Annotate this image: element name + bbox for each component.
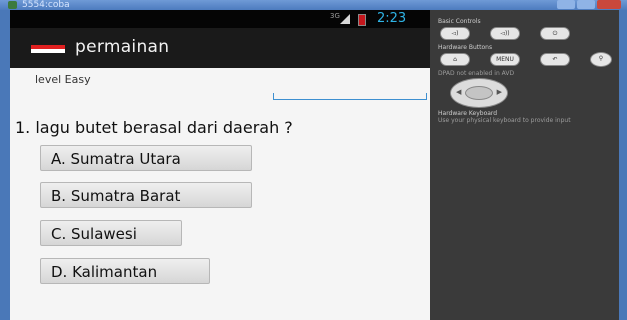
- window-title: 5554:coba: [22, 0, 70, 10]
- dpad-left-icon[interactable]: ◀: [456, 88, 461, 96]
- dpad[interactable]: ◀ ▶: [450, 78, 508, 108]
- dpad-note: DPAD not enabled in AVD: [438, 70, 515, 77]
- emulator-controls-panel: Basic Controls ◅) ◅)) ⏻ Hardware Buttons…: [430, 10, 619, 320]
- answer-button-b[interactable]: B. Sumatra Barat: [40, 182, 252, 208]
- keyboard-title: Hardware Keyboard: [438, 110, 498, 117]
- keyboard-note: Use your physical keyboard to provide in…: [438, 117, 571, 124]
- phone-screen: 3G 2:23 permainan level Easy 1. lagu but…: [10, 10, 430, 320]
- dpad-right-icon[interactable]: ▶: [497, 88, 502, 96]
- answer-input[interactable]: [273, 93, 427, 100]
- emulator-icon: [8, 1, 17, 9]
- level-label: level Easy: [35, 73, 91, 86]
- maximize-button[interactable]: [577, 0, 595, 9]
- close-button[interactable]: [597, 0, 621, 9]
- question-text: 1. lagu butet berasal dari daerah ?: [15, 118, 293, 137]
- indonesia-flag-icon: [31, 45, 65, 53]
- search-icon[interactable]: ⚲: [590, 52, 612, 67]
- menu-button[interactable]: MENU: [490, 53, 520, 66]
- answer-button-c[interactable]: C. Sulawesi: [40, 220, 182, 246]
- status-bar: 3G 2:23: [10, 10, 430, 28]
- volume-down-icon[interactable]: ◅): [440, 27, 470, 40]
- network-type: 3G: [330, 12, 340, 20]
- dpad-center-button[interactable]: [465, 86, 493, 100]
- back-icon[interactable]: ↶: [540, 53, 570, 66]
- window-border-left: [0, 10, 10, 320]
- power-icon[interactable]: ⏻: [540, 27, 570, 40]
- basic-controls-label: Basic Controls: [438, 18, 481, 25]
- home-icon[interactable]: ⌂: [440, 53, 470, 66]
- minimize-button[interactable]: [557, 0, 575, 9]
- app-title: permainan: [75, 37, 170, 57]
- hardware-buttons-label: Hardware Buttons: [438, 44, 493, 51]
- answer-button-a[interactable]: A. Sumatra Utara: [40, 145, 252, 171]
- signal-icon: [340, 14, 350, 24]
- status-time: 2:23: [377, 11, 407, 26]
- answer-button-d[interactable]: D. Kalimantan: [40, 258, 210, 284]
- battery-icon: [358, 14, 366, 26]
- window-border-right: [619, 10, 627, 320]
- window-controls: [557, 0, 621, 10]
- volume-up-icon[interactable]: ◅)): [490, 27, 520, 40]
- action-bar: permainan: [10, 28, 430, 68]
